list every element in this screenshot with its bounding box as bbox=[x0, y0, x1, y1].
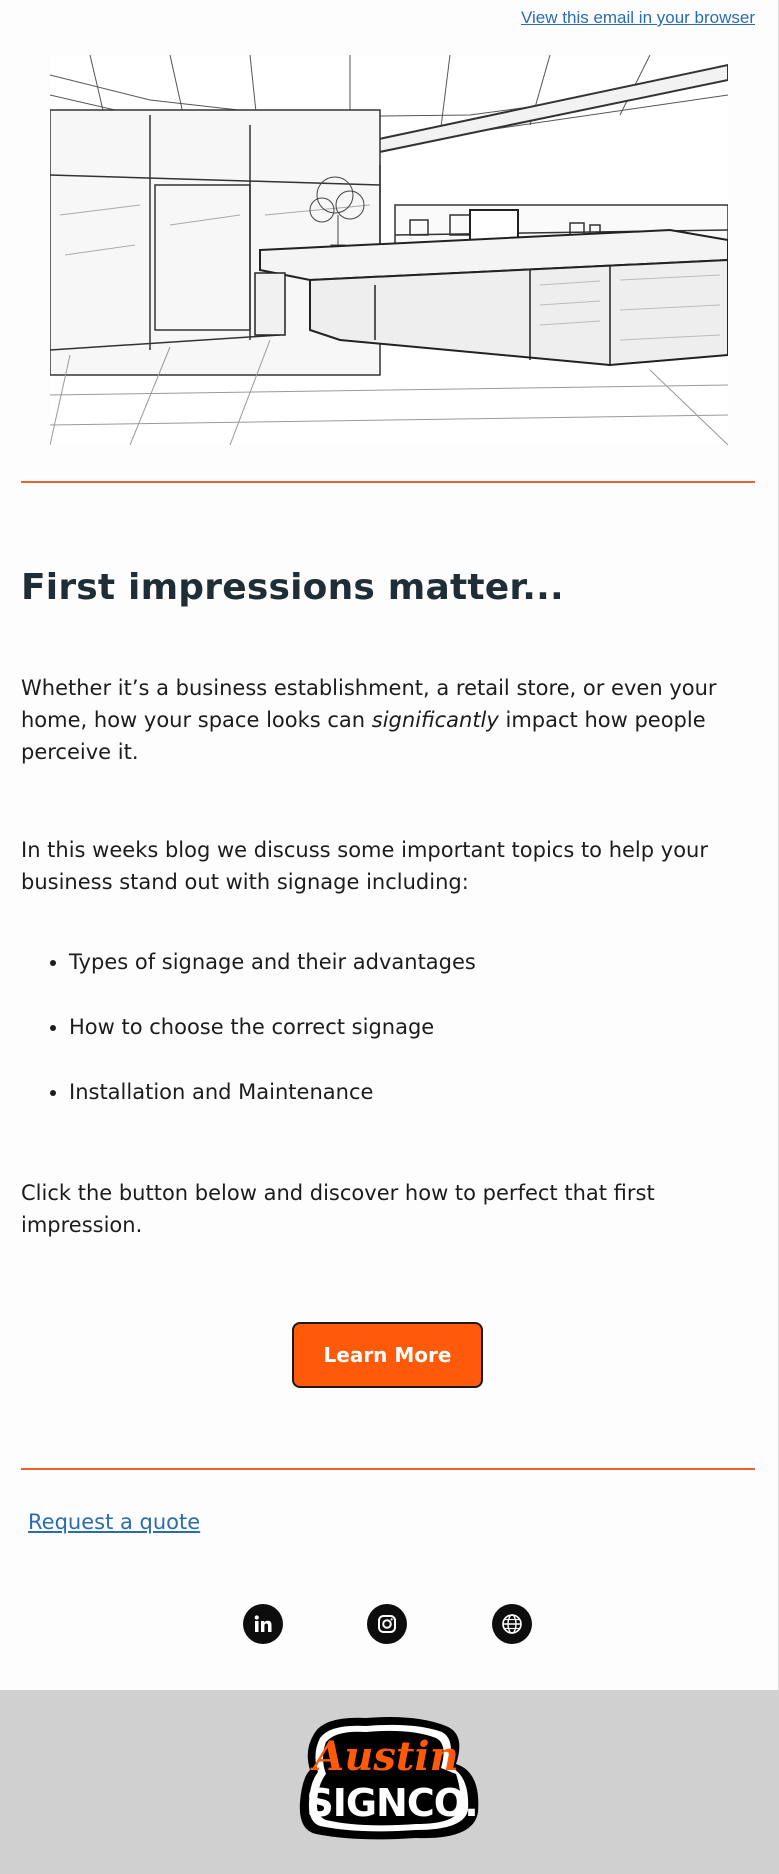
instagram-glyph bbox=[378, 1615, 396, 1633]
austin-signco-logo: Austin SIGNCO. bbox=[299, 1717, 479, 1840]
intro-text-emphasis: significantly bbox=[371, 708, 499, 732]
list-item: Types of signage and their advantages bbox=[21, 946, 741, 1011]
globe-glyph bbox=[502, 1614, 522, 1634]
logo-script-word: Austin bbox=[309, 1733, 458, 1780]
logo-block-word: SIGNCO. bbox=[306, 1781, 477, 1825]
instagram-icon[interactable] bbox=[367, 1604, 407, 1644]
top-divider bbox=[21, 481, 755, 483]
email-page: View this email in your browser First im… bbox=[0, 0, 779, 1874]
headline: First impressions matter... bbox=[21, 567, 564, 608]
globe-icon[interactable] bbox=[492, 1604, 532, 1644]
blog-paragraph: In this weeks blog we discuss some impor… bbox=[21, 838, 708, 894]
list-item: Installation and Maintenance bbox=[21, 1076, 741, 1141]
view-in-browser-link[interactable]: View this email in your browser bbox=[521, 8, 755, 28]
bottom-divider bbox=[21, 1468, 755, 1470]
learn-more-button[interactable]: Learn More bbox=[292, 1322, 483, 1388]
linkedin-glyph bbox=[254, 1615, 272, 1632]
cta-paragraph: Click the button below and discover how … bbox=[21, 1181, 655, 1237]
reception-desk-illustration bbox=[50, 55, 728, 445]
topic-list: Types of signage and their advantages Ho… bbox=[21, 946, 741, 1141]
intro-paragraph: Whether it’s a business establishment, a… bbox=[21, 672, 751, 768]
linkedin-icon[interactable] bbox=[243, 1604, 283, 1644]
request-quote-link[interactable]: Request a quote bbox=[28, 1510, 200, 1534]
list-item: How to choose the correct signage bbox=[21, 1011, 741, 1076]
